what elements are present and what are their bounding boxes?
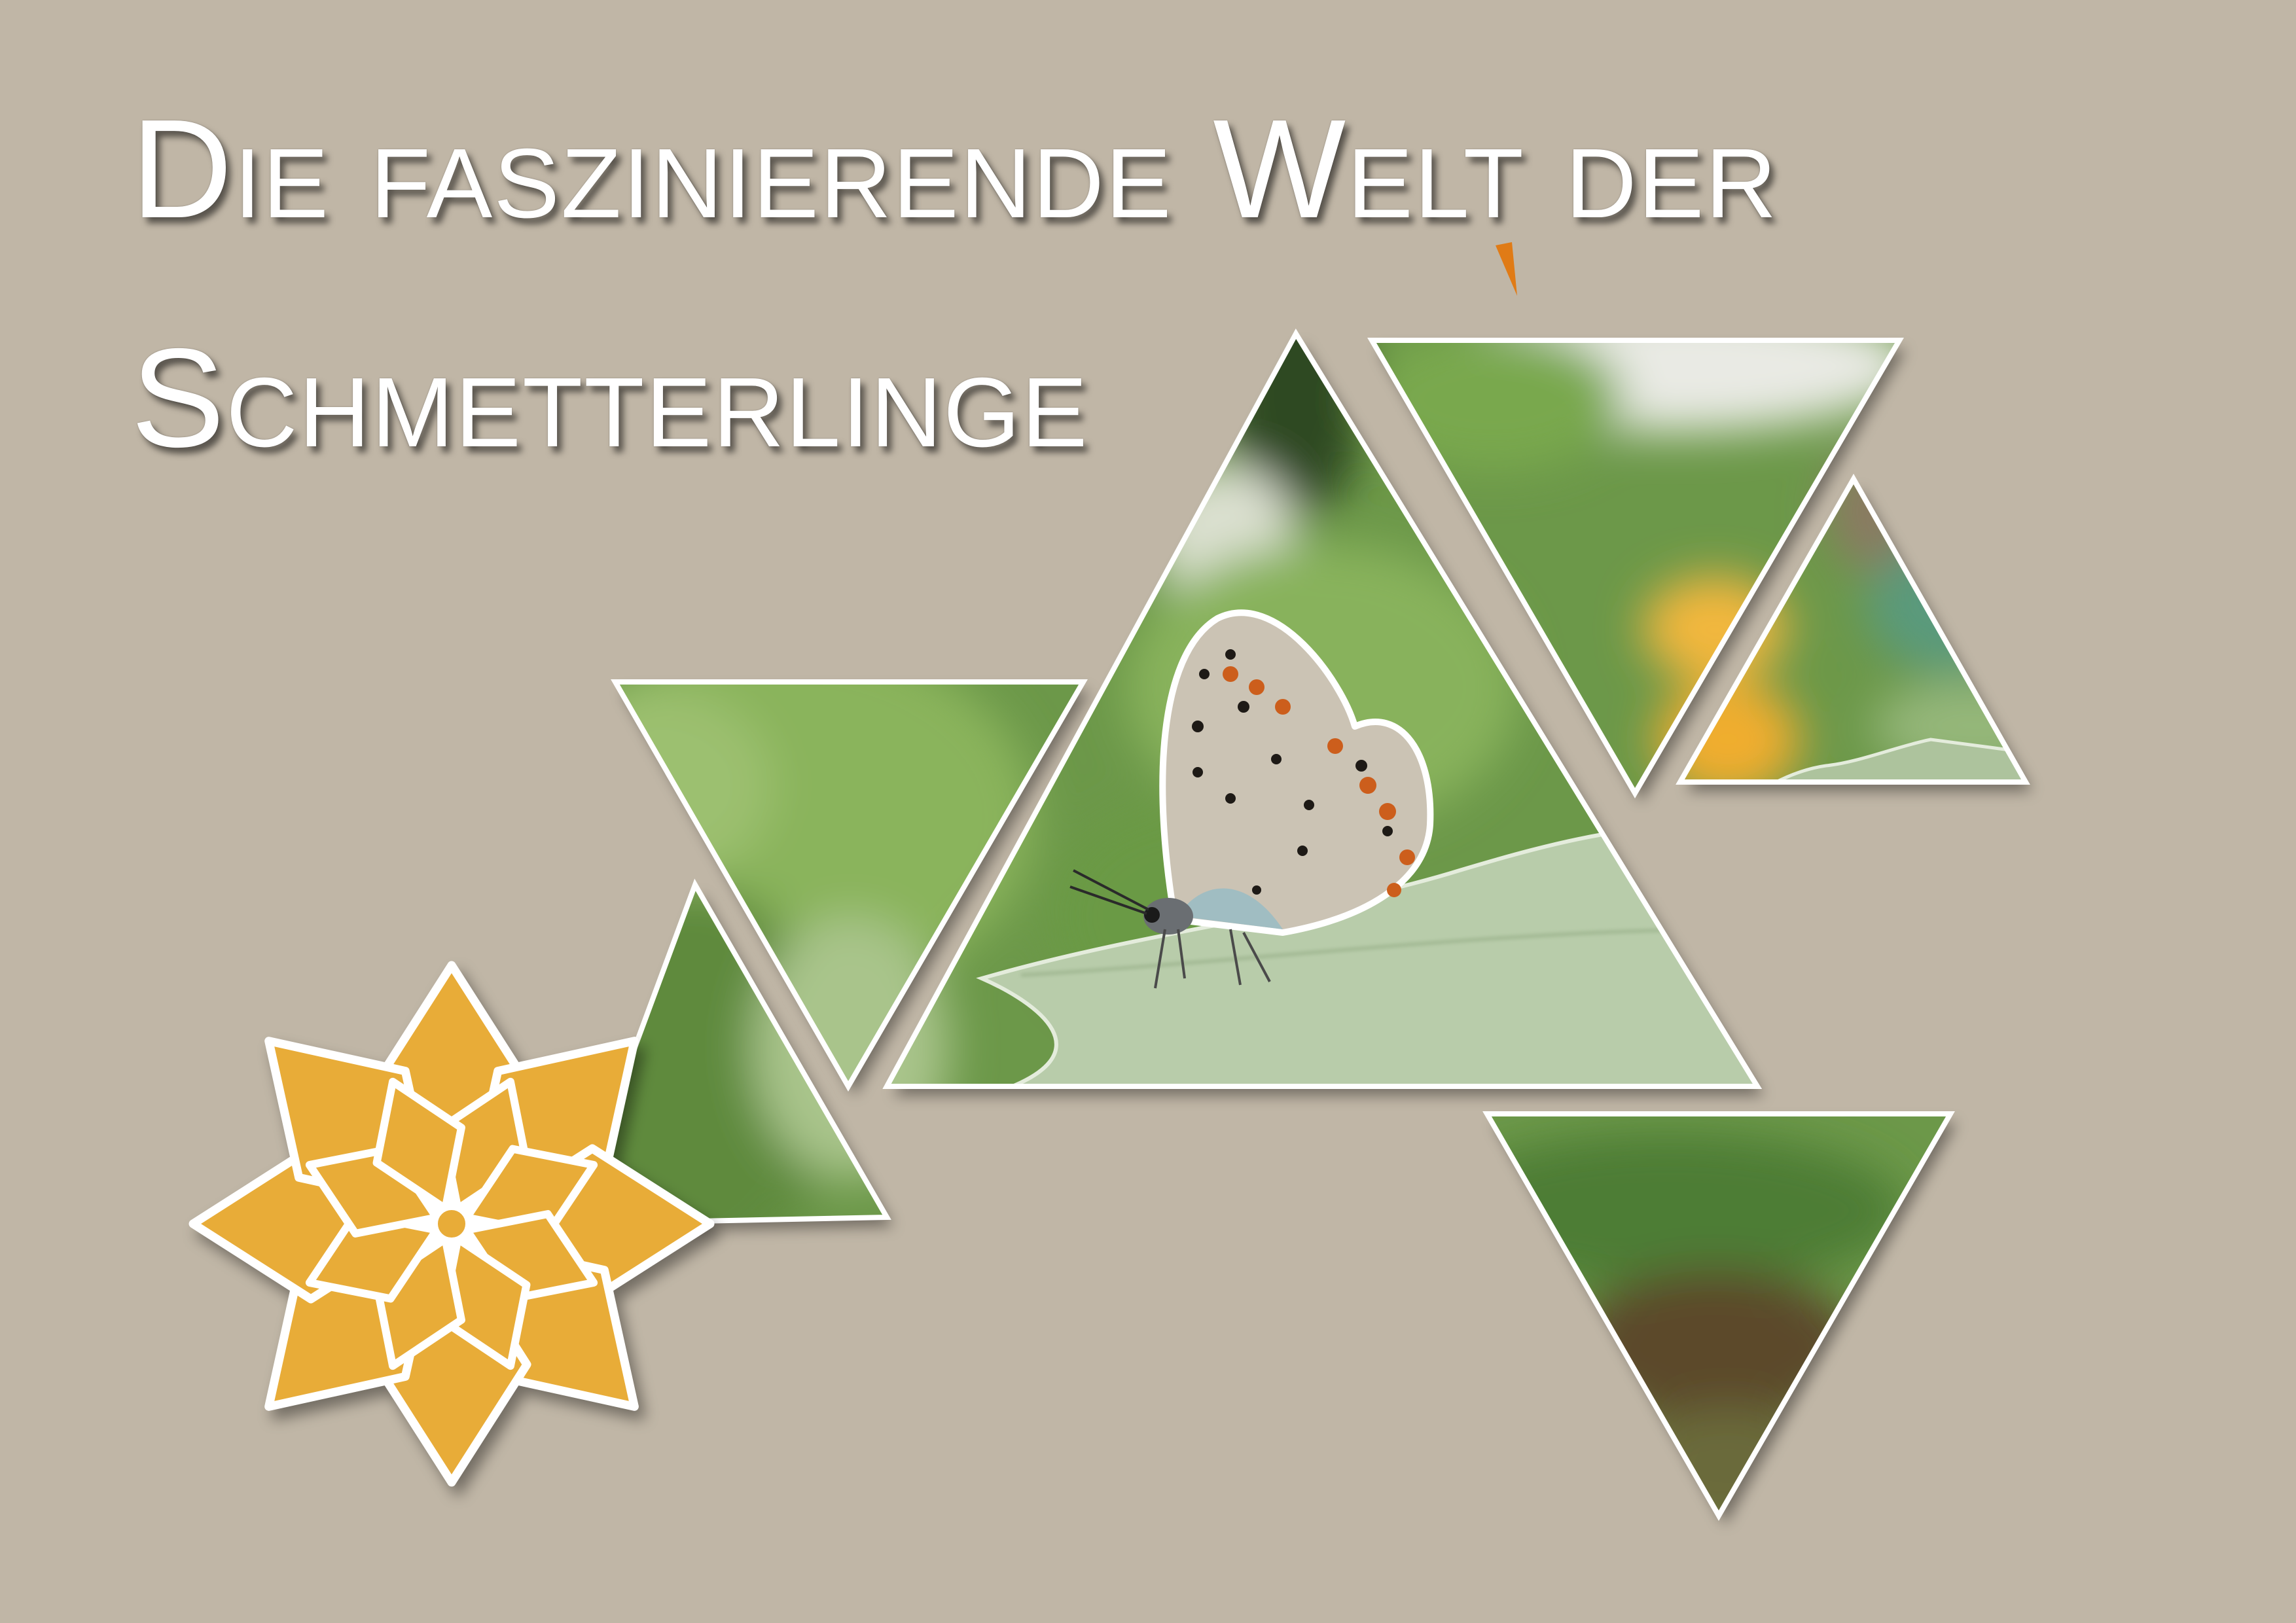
poster: Die faszinierende Welt der Schmetterling… bbox=[0, 0, 2296, 1623]
photo-collage bbox=[0, 242, 2030, 1522]
flower-icon bbox=[193, 961, 710, 1482]
accent-mark bbox=[1496, 242, 1517, 296]
